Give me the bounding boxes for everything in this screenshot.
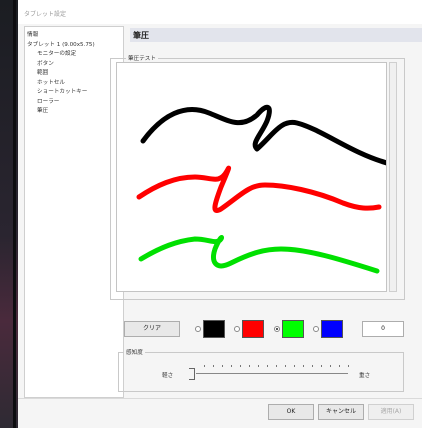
slider-tick — [222, 365, 223, 367]
sensitivity-slider-thumb[interactable] — [189, 368, 195, 380]
slider-tick — [303, 365, 304, 367]
panel-header: 筆圧 — [130, 28, 422, 42]
color-radio-red[interactable] — [234, 326, 240, 332]
tree-item-shortcut[interactable]: ショートカットキー — [25, 88, 123, 98]
black-stroke — [140, 104, 390, 166]
settings-tree[interactable]: 情報 タブレット 1 (9.00x5.75) モニターの設定 ボタン 範囲 ホッ… — [24, 26, 124, 398]
color-swatch-blue[interactable] — [321, 320, 343, 338]
slider-tick — [330, 365, 331, 367]
color-radio-blue[interactable] — [313, 326, 319, 332]
window-title: タブレット設定 — [24, 11, 67, 18]
color-swatch-red[interactable] — [242, 320, 264, 338]
pressure-test-label: 筆圧テスト — [126, 54, 158, 62]
clear-button[interactable]: クリア — [124, 321, 180, 337]
slider-tick — [267, 365, 268, 367]
panel-title: 筆圧 — [133, 31, 149, 40]
slider-tick — [339, 365, 340, 367]
tree-item-range[interactable]: 範囲 — [25, 69, 123, 79]
slider-tick — [231, 365, 232, 367]
slider-tick — [249, 365, 250, 367]
canvas-scrollbar[interactable] — [389, 62, 397, 292]
slider-tick — [294, 365, 295, 367]
tree-item-info[interactable]: 情報 — [25, 31, 123, 41]
slider-tick — [348, 365, 349, 367]
sensitivity-slider-track[interactable] — [196, 373, 348, 374]
tree-item-buttons[interactable]: ボタン — [25, 60, 123, 70]
slider-tick — [213, 365, 214, 367]
slider-tick — [276, 365, 277, 367]
slider-tick — [321, 365, 322, 367]
slider-tick — [258, 365, 259, 367]
tree-item-roller[interactable]: ローラー — [25, 98, 123, 108]
tree-item-hotcell[interactable]: ホットセル — [25, 79, 123, 89]
desktop-background — [0, 0, 18, 428]
title-bar: タブレット設定 — [18, 0, 422, 24]
red-stroke — [136, 165, 382, 213]
tree-item-tablet[interactable]: タブレット 1 (9.00x5.75) — [25, 41, 123, 51]
heavy-label: 重さ — [359, 373, 371, 379]
cancel-button[interactable]: キャンセル — [318, 404, 364, 420]
sensitivity-label: 感知度 — [124, 348, 145, 356]
color-swatch-green[interactable] — [282, 320, 304, 338]
footer-divider — [18, 398, 422, 399]
drawing-canvas[interactable] — [116, 62, 390, 292]
window-edge-strip — [13, 0, 16, 428]
color-radio-green[interactable] — [274, 326, 280, 332]
pressure-value-field[interactable]: 0 — [362, 321, 404, 337]
slider-tick — [312, 365, 313, 367]
apply-button[interactable]: 適用(A) — [368, 404, 414, 420]
strokes-svg — [136, 104, 390, 274]
ok-button[interactable]: OK — [268, 404, 314, 420]
color-swatch-black[interactable] — [203, 320, 225, 338]
slider-tick — [204, 365, 205, 367]
light-label: 軽さ — [162, 373, 174, 379]
color-radio-black[interactable] — [195, 326, 201, 332]
tree-item-pressure[interactable]: 筆圧 — [25, 107, 123, 117]
slider-tick — [285, 365, 286, 367]
green-stroke — [138, 234, 380, 274]
tree-item-monitor[interactable]: モニターの設定 — [25, 50, 123, 60]
slider-tick — [240, 365, 241, 367]
